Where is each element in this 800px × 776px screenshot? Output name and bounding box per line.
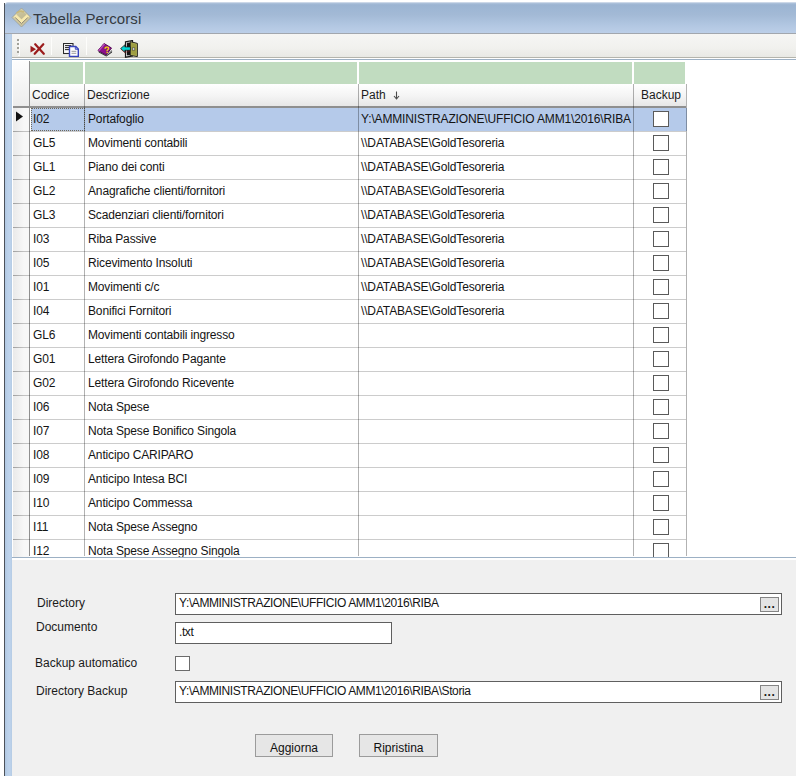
svg-text:?: ? [103, 44, 110, 56]
